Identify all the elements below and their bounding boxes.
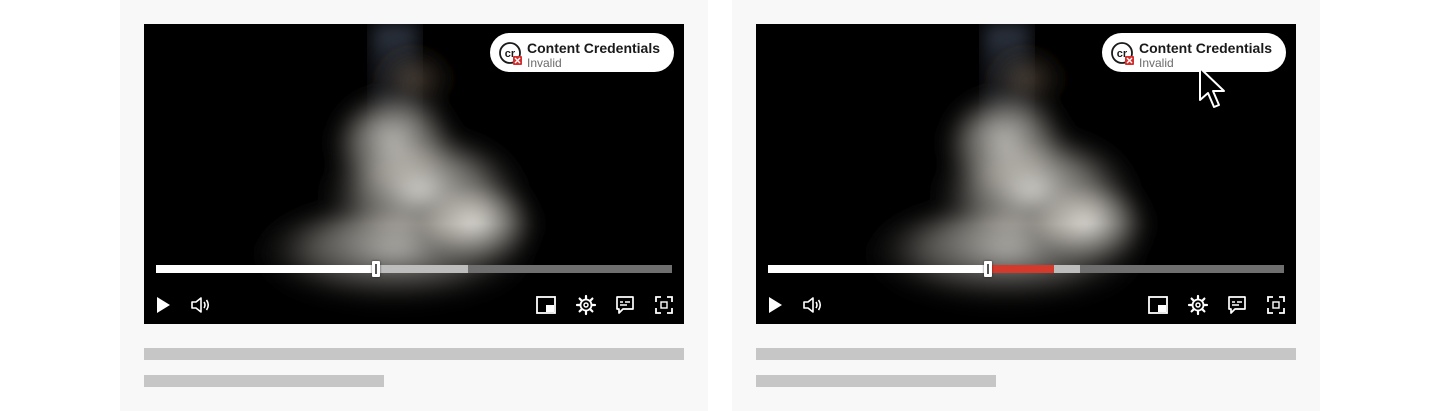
gear-icon — [1187, 294, 1209, 316]
play-icon — [769, 297, 782, 313]
scrubber-handle[interactable] — [371, 261, 380, 277]
video-player[interactable]: cr Content Credentials Invalid — [756, 24, 1296, 324]
settings-button[interactable] — [575, 294, 597, 316]
progress-played — [768, 265, 988, 273]
subtitle-placeholder-line — [756, 375, 996, 387]
fullscreen-icon — [1267, 296, 1285, 314]
content-credentials-cr-icon: cr — [1111, 42, 1134, 65]
captions-icon — [1228, 296, 1246, 314]
fullscreen-icon — [655, 296, 673, 314]
progress-bar[interactable] — [156, 261, 672, 277]
captions-icon — [616, 296, 634, 314]
video-card-2: cr Content Credentials Invalid — [732, 0, 1320, 411]
badge-status: Invalid — [527, 56, 562, 70]
badge-title: Content Credentials — [1139, 40, 1273, 56]
play-button[interactable] — [764, 294, 786, 316]
fullscreen-button[interactable] — [653, 294, 675, 316]
content-credentials-badge[interactable]: cr Content Credentials Invalid — [490, 33, 674, 72]
title-placeholder-line — [756, 348, 1296, 360]
play-icon — [157, 297, 170, 313]
picture-in-picture-button[interactable] — [1147, 294, 1169, 316]
play-button[interactable] — [152, 294, 174, 316]
volume-button[interactable] — [801, 294, 823, 316]
badge-status: Invalid — [1139, 56, 1174, 70]
captions-button[interactable] — [1226, 294, 1248, 316]
subtitle-placeholder-line — [144, 375, 384, 387]
scrubber-handle[interactable] — [983, 261, 992, 277]
picture-in-picture-icon — [1148, 296, 1168, 314]
gear-icon — [575, 294, 597, 316]
fullscreen-button[interactable] — [1265, 294, 1287, 316]
content-credentials-badge[interactable]: cr Content Credentials Invalid — [1102, 33, 1286, 72]
badge-title: Content Credentials — [527, 40, 661, 56]
volume-icon — [191, 297, 210, 313]
picture-in-picture-button[interactable] — [535, 294, 557, 316]
content-credentials-cr-icon: cr — [499, 42, 522, 65]
picture-in-picture-icon — [536, 296, 556, 314]
mouse-pointer-icon — [1199, 67, 1225, 108]
captions-button[interactable] — [614, 294, 636, 316]
progress-invalid-segment — [987, 265, 1055, 273]
video-player[interactable]: cr Content Credentials Invalid — [144, 24, 684, 324]
progress-played — [156, 265, 376, 273]
volume-button[interactable] — [189, 294, 211, 316]
volume-icon — [803, 297, 822, 313]
settings-button[interactable] — [1187, 294, 1209, 316]
progress-bar[interactable] — [768, 261, 1284, 277]
title-placeholder-line — [144, 348, 684, 360]
video-card-1: cr Content Credentials Invalid — [120, 0, 708, 411]
